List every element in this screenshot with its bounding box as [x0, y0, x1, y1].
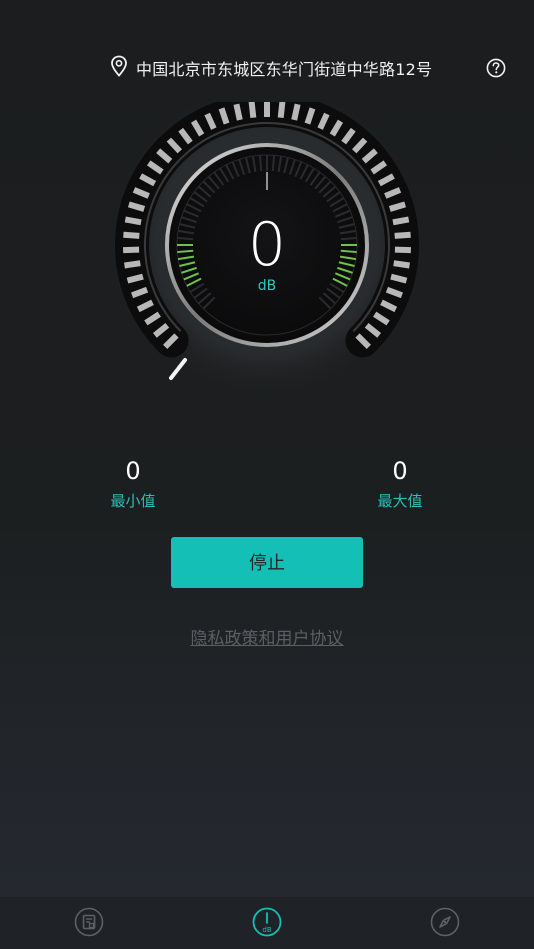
- outer-tick: [277, 102, 286, 119]
- privacy-policy-link[interactable]: 隐私政策和用户协议: [0, 624, 534, 649]
- min-value: 0: [125, 457, 141, 485]
- help-icon[interactable]: [486, 58, 506, 78]
- max-label: 最大值: [377, 492, 423, 510]
- outer-tick: [233, 103, 243, 121]
- decibel-meter-icon[interactable]: dB: [252, 907, 282, 937]
- top-bar: 中国北京市东城区东华门街道中华路12号: [0, 50, 534, 86]
- sound-level-gauge: 0 dB: [92, 102, 442, 402]
- outer-tick: [291, 103, 301, 121]
- location-pin-icon: [111, 55, 127, 77]
- nav-db-label: dB: [262, 926, 271, 934]
- location-text: 中国北京市东城区东华门街道中华路12号: [136, 60, 433, 79]
- max-value: 0: [392, 457, 408, 485]
- scale-tick: [271, 155, 276, 172]
- compass-icon[interactable]: [430, 907, 460, 937]
- stop-button[interactable]: 停止: [171, 537, 363, 588]
- db-unit-label: dB: [257, 278, 277, 294]
- outer-tick: [248, 102, 257, 119]
- current-db-value: 0: [247, 210, 287, 280]
- bottom-nav: dB: [0, 897, 534, 949]
- scale-tick: [258, 155, 263, 172]
- max-stat: 0 最大值: [340, 456, 460, 514]
- min-stat: 0 最小值: [73, 456, 193, 514]
- min-label: 最小值: [110, 492, 156, 510]
- records-icon[interactable]: [74, 907, 104, 937]
